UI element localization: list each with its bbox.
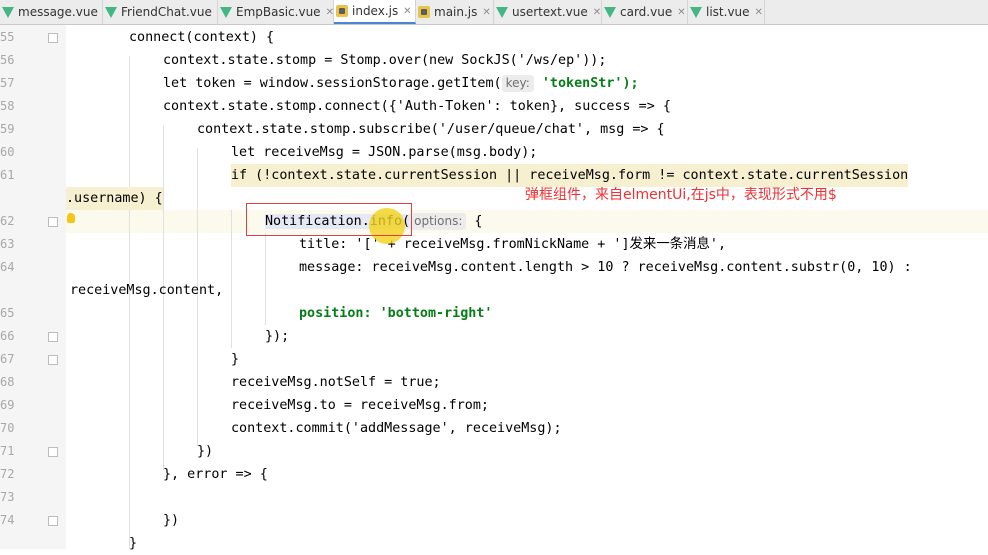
close-icon[interactable]: ✕: [755, 7, 763, 18]
line-number: 60: [0, 141, 30, 164]
vue-file-icon: [105, 7, 117, 18]
code-line-59[interactable]: context.state.stomp.subscribe('/user/que…: [197, 118, 665, 141]
fold-marker-icon[interactable]: [48, 447, 58, 457]
line-number: 63: [0, 233, 30, 256]
tab-main-js[interactable]: main.js✕: [416, 0, 494, 24]
fold-marker-icon[interactable]: [48, 355, 58, 365]
code-line-60[interactable]: let receiveMsg = JSON.parse(msg.body);: [231, 141, 537, 164]
line-number: 55: [0, 26, 30, 49]
line-number: 59: [0, 118, 30, 141]
vue-file-icon: [220, 7, 232, 18]
indent-guide: [231, 210, 232, 348]
line-number: 57: [0, 72, 30, 95]
line-number: 74: [0, 509, 30, 532]
vue-file-icon: [2, 7, 14, 18]
code-line-72[interactable]: }, error => {: [163, 463, 268, 486]
code-line-61-wrap[interactable]: .username) {: [66, 187, 163, 210]
annotation-box: [246, 203, 412, 236]
fold-marker-icon[interactable]: [48, 217, 58, 227]
parameter-hint: key:: [502, 75, 534, 92]
code-line-55[interactable]: connect(context) {: [129, 26, 274, 49]
line-number: 68: [0, 371, 30, 394]
fold-marker-icon[interactable]: [48, 516, 58, 526]
line-number: 70: [0, 417, 30, 440]
code-line-75[interactable]: }: [129, 532, 137, 555]
code-line-68[interactable]: receiveMsg.notSelf = true;: [231, 371, 441, 394]
js-file-icon: [336, 5, 348, 17]
line-number: 73: [0, 486, 30, 509]
code-line-58[interactable]: context.state.stomp.connect({'Auth-Token…: [163, 95, 671, 118]
code-line-64[interactable]: message: receiveMsg.content.length > 10 …: [299, 256, 912, 279]
close-icon[interactable]: ✕: [482, 7, 490, 18]
line-number: 67: [0, 348, 30, 371]
tab-message-vue[interactable]: message.vue✕: [0, 0, 103, 24]
code-text: 'tokenStr');: [534, 76, 639, 91]
code-line-56[interactable]: context.state.stomp = Stomp.over(new Soc…: [163, 49, 606, 72]
line-number: 71: [0, 440, 30, 463]
tab-list-vue[interactable]: list.vue✕: [688, 0, 765, 24]
editor-tab-bar: message.vue✕ FriendChat.vue✕ EmpBasic.vu…: [0, 0, 988, 25]
code-text: let token = window.sessionStorage.getIte…: [163, 76, 502, 91]
code-line-57[interactable]: let token = window.sessionStorage.getIte…: [163, 72, 639, 95]
vue-file-icon: [604, 7, 616, 18]
code-line-74[interactable]: }): [163, 509, 179, 532]
code-text: {: [466, 214, 482, 229]
current-line-highlight: [66, 210, 988, 233]
tab-empbasic-vue[interactable]: EmpBasic.vue✕: [218, 0, 334, 24]
fold-marker-icon[interactable]: [48, 33, 58, 43]
vue-file-icon: [690, 7, 702, 18]
tab-card-vue[interactable]: card.vue✕: [602, 0, 688, 24]
code-line-65[interactable]: position: 'bottom-right': [299, 302, 492, 325]
code-line-66[interactable]: });: [265, 325, 289, 348]
line-number: 66: [0, 325, 30, 348]
line-number: 64: [0, 256, 30, 279]
parameter-hint: options:: [410, 213, 466, 230]
line-number: 58: [0, 95, 30, 118]
code-line-71[interactable]: }): [197, 440, 213, 463]
fold-marker-icon[interactable]: [48, 332, 58, 342]
line-number: 69: [0, 394, 30, 417]
code-line-67[interactable]: }: [231, 348, 239, 371]
line-number: 62: [0, 210, 30, 233]
line-number: 72: [0, 463, 30, 486]
js-file-icon: [418, 6, 430, 18]
line-number: 65: [0, 302, 30, 325]
code-line-63[interactable]: title: '[' + receiveMsg.fromNickName + '…: [299, 233, 726, 256]
line-number: 61: [0, 164, 30, 187]
indent-guide: [265, 233, 266, 325]
line-number: 56: [0, 49, 30, 72]
close-icon[interactable]: ✕: [593, 7, 601, 18]
tab-friendchat-vue[interactable]: FriendChat.vue✕: [103, 0, 218, 24]
code-line-69[interactable]: receiveMsg.to = receiveMsg.from;: [231, 394, 489, 417]
close-icon[interactable]: ✕: [403, 6, 411, 17]
tab-usertext-vue[interactable]: usertext.vue✕: [494, 0, 602, 24]
indent-guide: [129, 56, 130, 549]
tab-index-js[interactable]: index.js✕: [334, 0, 416, 24]
code-line-64-wrap[interactable]: receiveMsg.content,: [70, 279, 223, 302]
close-icon[interactable]: ✕: [677, 7, 685, 18]
lightbulb-icon[interactable]: [67, 213, 75, 223]
annotation-text: 弹框组件，来自elmentUi,在js中，表现形式不用$: [525, 184, 837, 204]
close-icon[interactable]: ✕: [326, 7, 334, 18]
vue-file-icon: [496, 7, 508, 18]
code-line-70[interactable]: context.commit('addMessage', receiveMsg)…: [231, 417, 562, 440]
